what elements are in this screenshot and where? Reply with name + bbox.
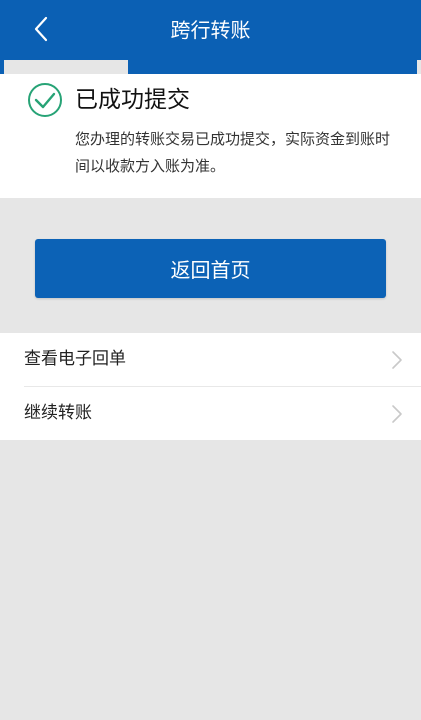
menu-item-continue-transfer[interactable]: 继续转账	[0, 387, 421, 440]
chevron-right-icon	[392, 405, 402, 423]
check-circle-icon	[28, 83, 62, 117]
chevron-right-icon	[392, 351, 402, 369]
home-button[interactable]: 返回首页	[35, 239, 386, 298]
menu-list: 查看电子回单 继续转账	[0, 333, 421, 440]
header-tab-right	[292, 60, 417, 74]
header-tab-left	[0, 60, 4, 74]
menu-item-label: 继续转账	[24, 403, 92, 423]
status-title: 已成功提交	[75, 87, 190, 113]
menu-item-view-receipt[interactable]: 查看电子回单	[0, 333, 421, 387]
page-title: 跨行转账	[170, 18, 251, 42]
menu-item-label: 查看电子回单	[24, 349, 126, 369]
status-description: 您办理的转账交易已成功提交，实际资金到账时间以收款方入账为准。	[75, 130, 391, 175]
header-tab-mid	[128, 60, 292, 74]
